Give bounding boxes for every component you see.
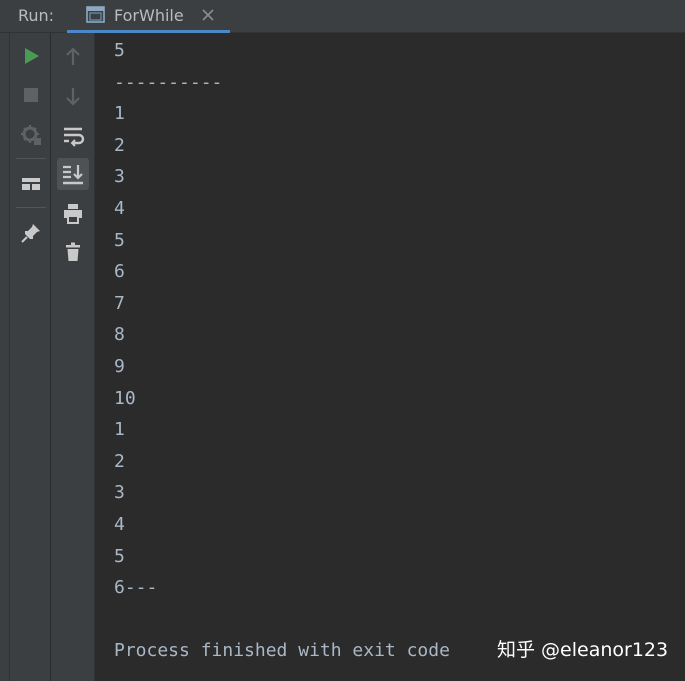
print-icon: [64, 204, 82, 224]
console-output[interactable]: 5 ---------- 1 2 3 4 5 6 7 8 9 10 1 2 3 4 5 6--- Process f…: [96, 33, 685, 681]
clear-all-button[interactable]: [59, 238, 87, 266]
soft-wrap-icon: [64, 127, 85, 147]
console-lines: 5 ---------- 1 2 3 4 5 6 7 8 9 10 1 2 3 4 5 6--- Process f…: [114, 35, 450, 667]
rerun-button[interactable]: [17, 42, 45, 70]
previous-occurrence-button[interactable]: [59, 43, 87, 71]
console-line: 3: [114, 166, 125, 188]
console-line: 5: [114, 545, 125, 567]
console-line: 4: [114, 197, 125, 219]
next-occurrence-button[interactable]: [59, 82, 87, 110]
console-line: ----------: [114, 71, 223, 93]
run-tool-window-header: Run: ForWhile: [0, 0, 685, 33]
stop-button[interactable]: [17, 81, 45, 109]
console-line: 5: [114, 229, 125, 251]
console-line: Process finished with exit code: [114, 640, 450, 662]
run-label: Run:: [18, 6, 55, 25]
run-actions-toolbar: [10, 33, 51, 681]
arrow-down-icon: [66, 88, 80, 106]
settings-debug-icon: [21, 125, 41, 145]
console-actions-toolbar: [51, 33, 95, 681]
close-icon[interactable]: [200, 7, 216, 23]
console-line: 9: [114, 355, 125, 377]
toolbar-separator: [16, 207, 46, 208]
console-line: 6---: [114, 577, 158, 599]
tab-forwhile[interactable]: ForWhile: [67, 0, 230, 33]
tab-title: ForWhile: [114, 6, 184, 25]
rerun-icon: [25, 48, 39, 64]
toolbar-separator: [16, 158, 46, 159]
pin-tab-button[interactable]: [17, 219, 45, 247]
scroll-to-end-icon: [63, 165, 83, 185]
layout-button[interactable]: [17, 170, 45, 198]
console-line: 5: [114, 40, 125, 61]
console-line: 7: [114, 292, 125, 314]
console-line: 10: [114, 387, 136, 409]
layout-icon: [22, 178, 40, 190]
trash-icon: [66, 242, 80, 261]
console-line: 4: [114, 513, 125, 535]
watermark-text: 知乎 @eleanor123: [493, 634, 673, 666]
console-line: 1: [114, 419, 125, 441]
scroll-to-end-button[interactable]: [57, 158, 89, 190]
tool-window-edge-strip: [0, 33, 10, 681]
console-line: 2: [114, 450, 125, 472]
console-line: 3: [114, 482, 125, 504]
console-line: 1: [114, 103, 125, 125]
stop-icon: [24, 88, 38, 102]
print-button[interactable]: [59, 199, 87, 227]
console-tab-icon: [86, 6, 106, 24]
console-line: 2: [114, 134, 125, 156]
arrow-up-icon: [66, 47, 80, 65]
console-line: 6: [114, 261, 125, 283]
pin-icon: [21, 224, 40, 243]
console-line: 8: [114, 324, 125, 346]
soft-wrap-button[interactable]: [59, 121, 87, 149]
debug-settings-button[interactable]: [17, 121, 45, 149]
